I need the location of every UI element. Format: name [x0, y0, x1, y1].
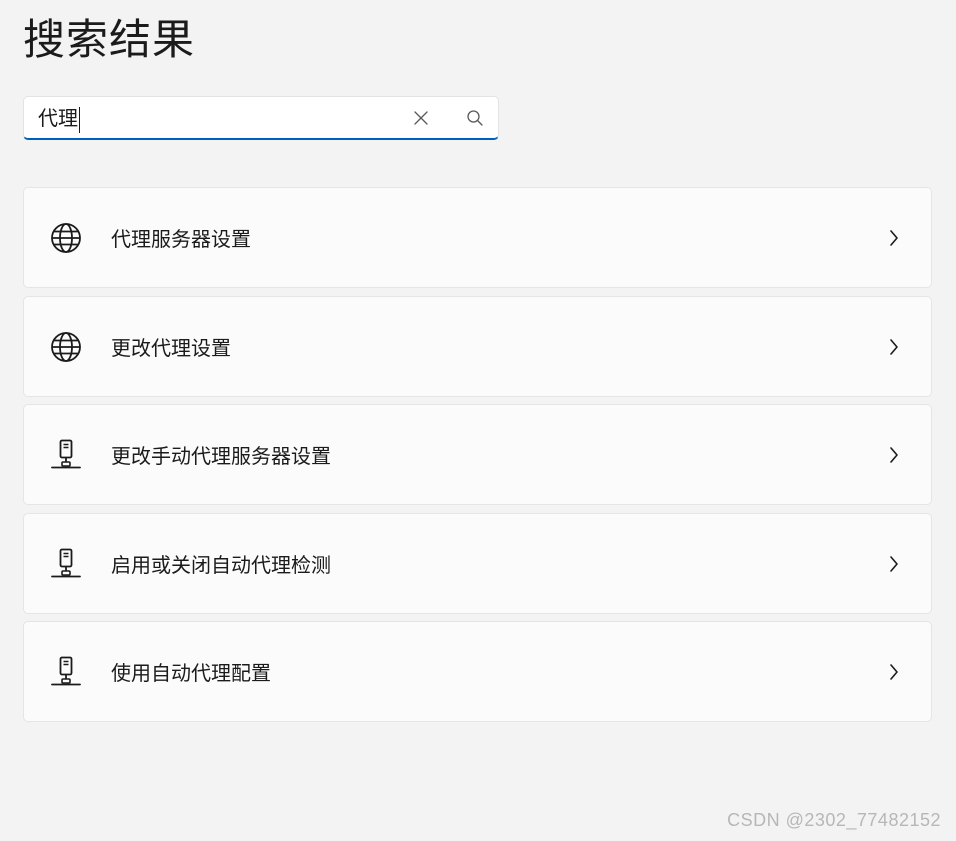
clear-search-button[interactable]	[410, 107, 432, 129]
result-label: 代理服务器设置	[111, 227, 251, 251]
search-button[interactable]	[464, 107, 486, 129]
search-icon	[467, 110, 483, 126]
result-label: 更改代理设置	[111, 335, 231, 360]
result-label: 启用或关闭自动代理检测	[111, 552, 331, 577]
chevron-right-icon	[886, 445, 902, 465]
chevron-right-icon	[886, 662, 902, 682]
result-label: 更改手动代理服务器设置	[111, 444, 331, 468]
watermark: CSDN @2302_77482152	[727, 810, 941, 830]
result-item-auto-proxy-detection[interactable]: 启用或关闭自动代理检测	[23, 512, 932, 614]
search-results-list: 代理服务器设置 更改代理设置 更改手动代理服务器设置 启用或关闭自动代理检测 使…	[23, 187, 932, 730]
page-title: 搜索结果	[23, 15, 196, 64]
result-item-change-manual-proxy-settings[interactable]: 更改手动代理服务器设置	[23, 404, 932, 505]
globe-icon	[50, 222, 82, 254]
search-input-text: 代理	[38, 106, 78, 130]
text-caret	[79, 106, 80, 133]
result-item-change-proxy-settings[interactable]: 更改代理设置	[23, 295, 932, 397]
result-label: 使用自动代理配置	[111, 661, 271, 685]
search-input[interactable]: 代理	[38, 106, 80, 133]
chevron-right-icon	[886, 554, 902, 574]
network-computer-icon	[50, 548, 82, 580]
globe-icon	[50, 331, 82, 363]
network-computer-icon	[50, 439, 82, 471]
chevron-right-icon	[886, 228, 902, 248]
result-item-proxy-server-settings[interactable]: 代理服务器设置	[23, 187, 932, 288]
close-icon	[414, 111, 428, 125]
search-box[interactable]: 代理	[23, 96, 499, 140]
chevron-right-icon	[886, 337, 902, 357]
network-computer-icon	[50, 656, 82, 688]
result-item-auto-proxy-config[interactable]: 使用自动代理配置	[23, 621, 932, 722]
